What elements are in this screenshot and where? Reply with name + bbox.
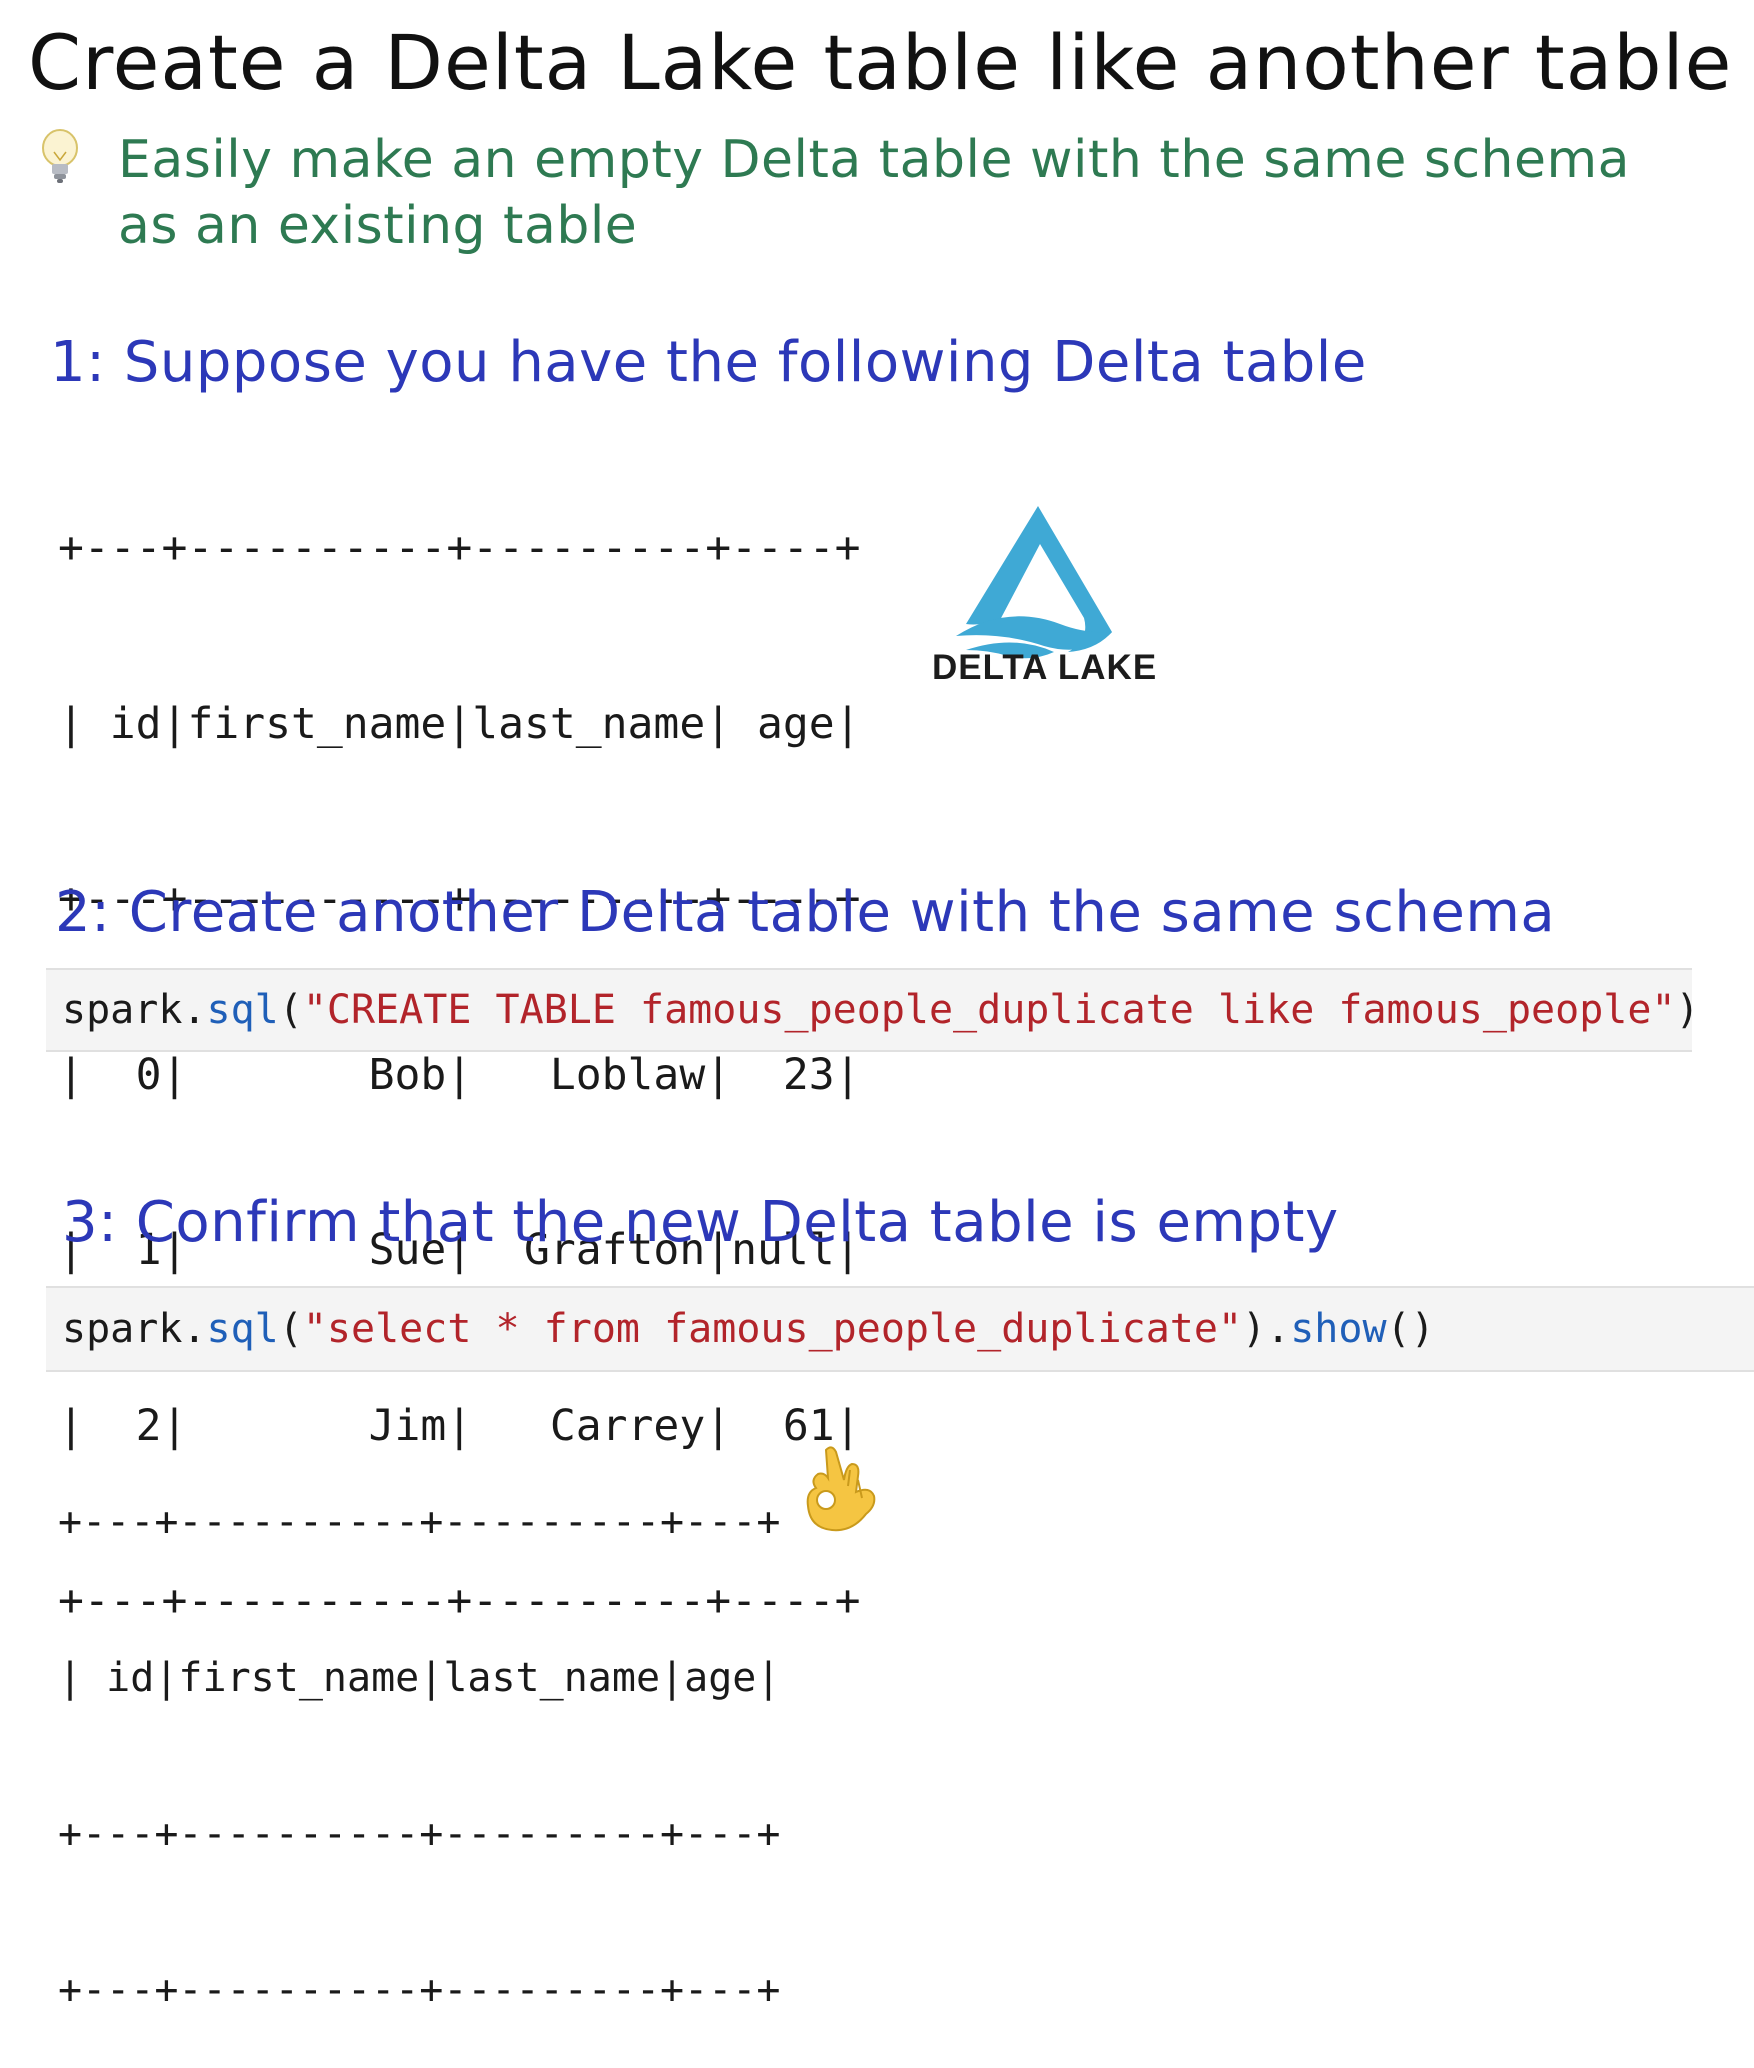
code-string: "CREATE TABLE famous_people_duplicate li… — [302, 987, 1676, 1033]
page-title: Create a Delta Lake table like another t… — [28, 18, 1733, 107]
delta-lake-logo-text: DELTA LAKE — [932, 648, 1158, 687]
code-paren: ( — [278, 987, 303, 1033]
code-punct: ). — [1242, 1306, 1291, 1352]
table-border-line: +---+----------+---------+----+ — [58, 523, 861, 573]
tip-line-1: Easily make an empty Delta table with th… — [118, 130, 1631, 190]
code-paren: () — [1386, 1306, 1435, 1352]
table-header-row: | id|first_name|last_name|age| — [58, 1655, 781, 1701]
lightbulb-icon — [42, 129, 78, 183]
code-paren: ( — [278, 1306, 303, 1352]
ok-hand-icon — [806, 1446, 876, 1532]
table-border-line: +---+----------+---------+---+ — [58, 1967, 781, 2013]
code-cell-select[interactable]: spark.sql("select * from famous_people_d… — [46, 1286, 1754, 1372]
tip-line-2: as an existing table — [118, 196, 638, 256]
table-row: | 0| Bob| Loblaw| 23| — [58, 1049, 861, 1100]
code-cell-create-table[interactable]: spark.sql("CREATE TABLE famous_people_du… — [46, 968, 1700, 1052]
code-string: "select * from famous_people_duplicate" — [302, 1306, 1243, 1352]
table-border-line: +---+----------+---------+---+ — [58, 1499, 781, 1545]
result-table: +---+----------+---------+---+ | id|firs… — [58, 1392, 780, 2068]
code-object: spark. — [62, 1306, 207, 1352]
table-border-line: +---+----------+---------+---+ — [58, 1811, 781, 1857]
step-3-heading: 3: Confirm that the new Delta table is e… — [62, 1190, 1339, 1255]
step-2-heading: 2: Create another Delta table with the s… — [55, 880, 1556, 945]
code-function: sql — [206, 987, 279, 1033]
code-function: show — [1290, 1306, 1387, 1352]
code-function: sql — [206, 1306, 279, 1352]
code-paren: ) — [1675, 987, 1700, 1033]
code-object: spark. — [62, 987, 207, 1033]
step-1-heading: 1: Suppose you have the following Delta … — [50, 330, 1367, 395]
table-header-row: | id|first_name|last_name| age| — [58, 698, 861, 749]
